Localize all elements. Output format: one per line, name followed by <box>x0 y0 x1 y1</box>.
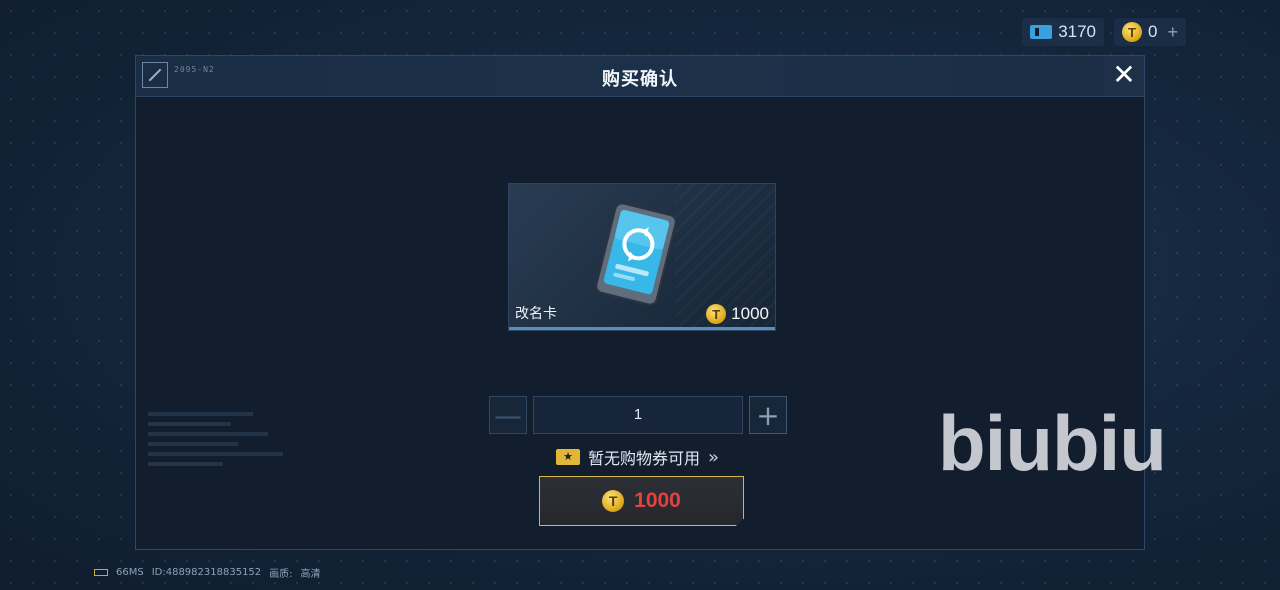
status-bar: 66MS ID:488982318835152 画质: 高清 <box>94 565 321 580</box>
rename-card-icon <box>595 202 677 306</box>
buy-price: 1000 <box>634 489 681 512</box>
close-button[interactable]: ✕ <box>1104 56 1144 96</box>
quantity-input[interactable]: 1 <box>533 396 743 434</box>
coupon-selector[interactable]: ★ 暂无购物券可用 » <box>556 445 719 469</box>
item-name: 改名卡 <box>515 306 557 322</box>
card-underline <box>509 327 775 330</box>
quality-label: 画质: <box>269 569 293 580</box>
add-coins-button[interactable]: + <box>1167 22 1178 43</box>
coin-balance[interactable]: T 0 + <box>1114 18 1186 46</box>
item-price: T 1000 <box>706 304 769 324</box>
buy-button[interactable]: T 1000 <box>539 476 744 526</box>
ticket-balance: 3170 <box>1022 18 1105 46</box>
coin-amount: 0 <box>1148 22 1158 41</box>
dialog-header: 2095-N2 购买确认 ✕ <box>136 56 1144 97</box>
item-card: 改名卡 T 1000 <box>508 183 776 331</box>
currency-bar: 3170 T 0 + <box>1022 18 1186 46</box>
ticket-amount: 3170 <box>1058 22 1097 41</box>
coin-icon: T <box>1122 22 1143 42</box>
increase-quantity-button[interactable]: + <box>749 396 787 434</box>
coupon-icon: ★ <box>556 449 580 465</box>
item-price-value: 1000 <box>731 304 769 323</box>
battery-icon <box>94 569 108 576</box>
ping-readout: 66MS <box>116 567 144 578</box>
quality-value: 高清 <box>300 569 321 580</box>
watermark: biubiu <box>938 399 1167 487</box>
quantity-stepper: — 1 + <box>489 396 787 434</box>
decrease-quantity-button[interactable]: — <box>489 396 527 434</box>
chevron-right-icon: » <box>708 446 719 468</box>
player-id: ID:488982318835152 <box>151 567 262 578</box>
ticket-icon <box>1030 25 1053 39</box>
dialog-title: 购买确认 <box>602 69 678 90</box>
coin-icon: T <box>602 490 625 512</box>
coin-icon: T <box>706 304 727 324</box>
decorative-lines <box>148 406 298 472</box>
coupon-text: 暂无购物券可用 <box>588 449 701 468</box>
